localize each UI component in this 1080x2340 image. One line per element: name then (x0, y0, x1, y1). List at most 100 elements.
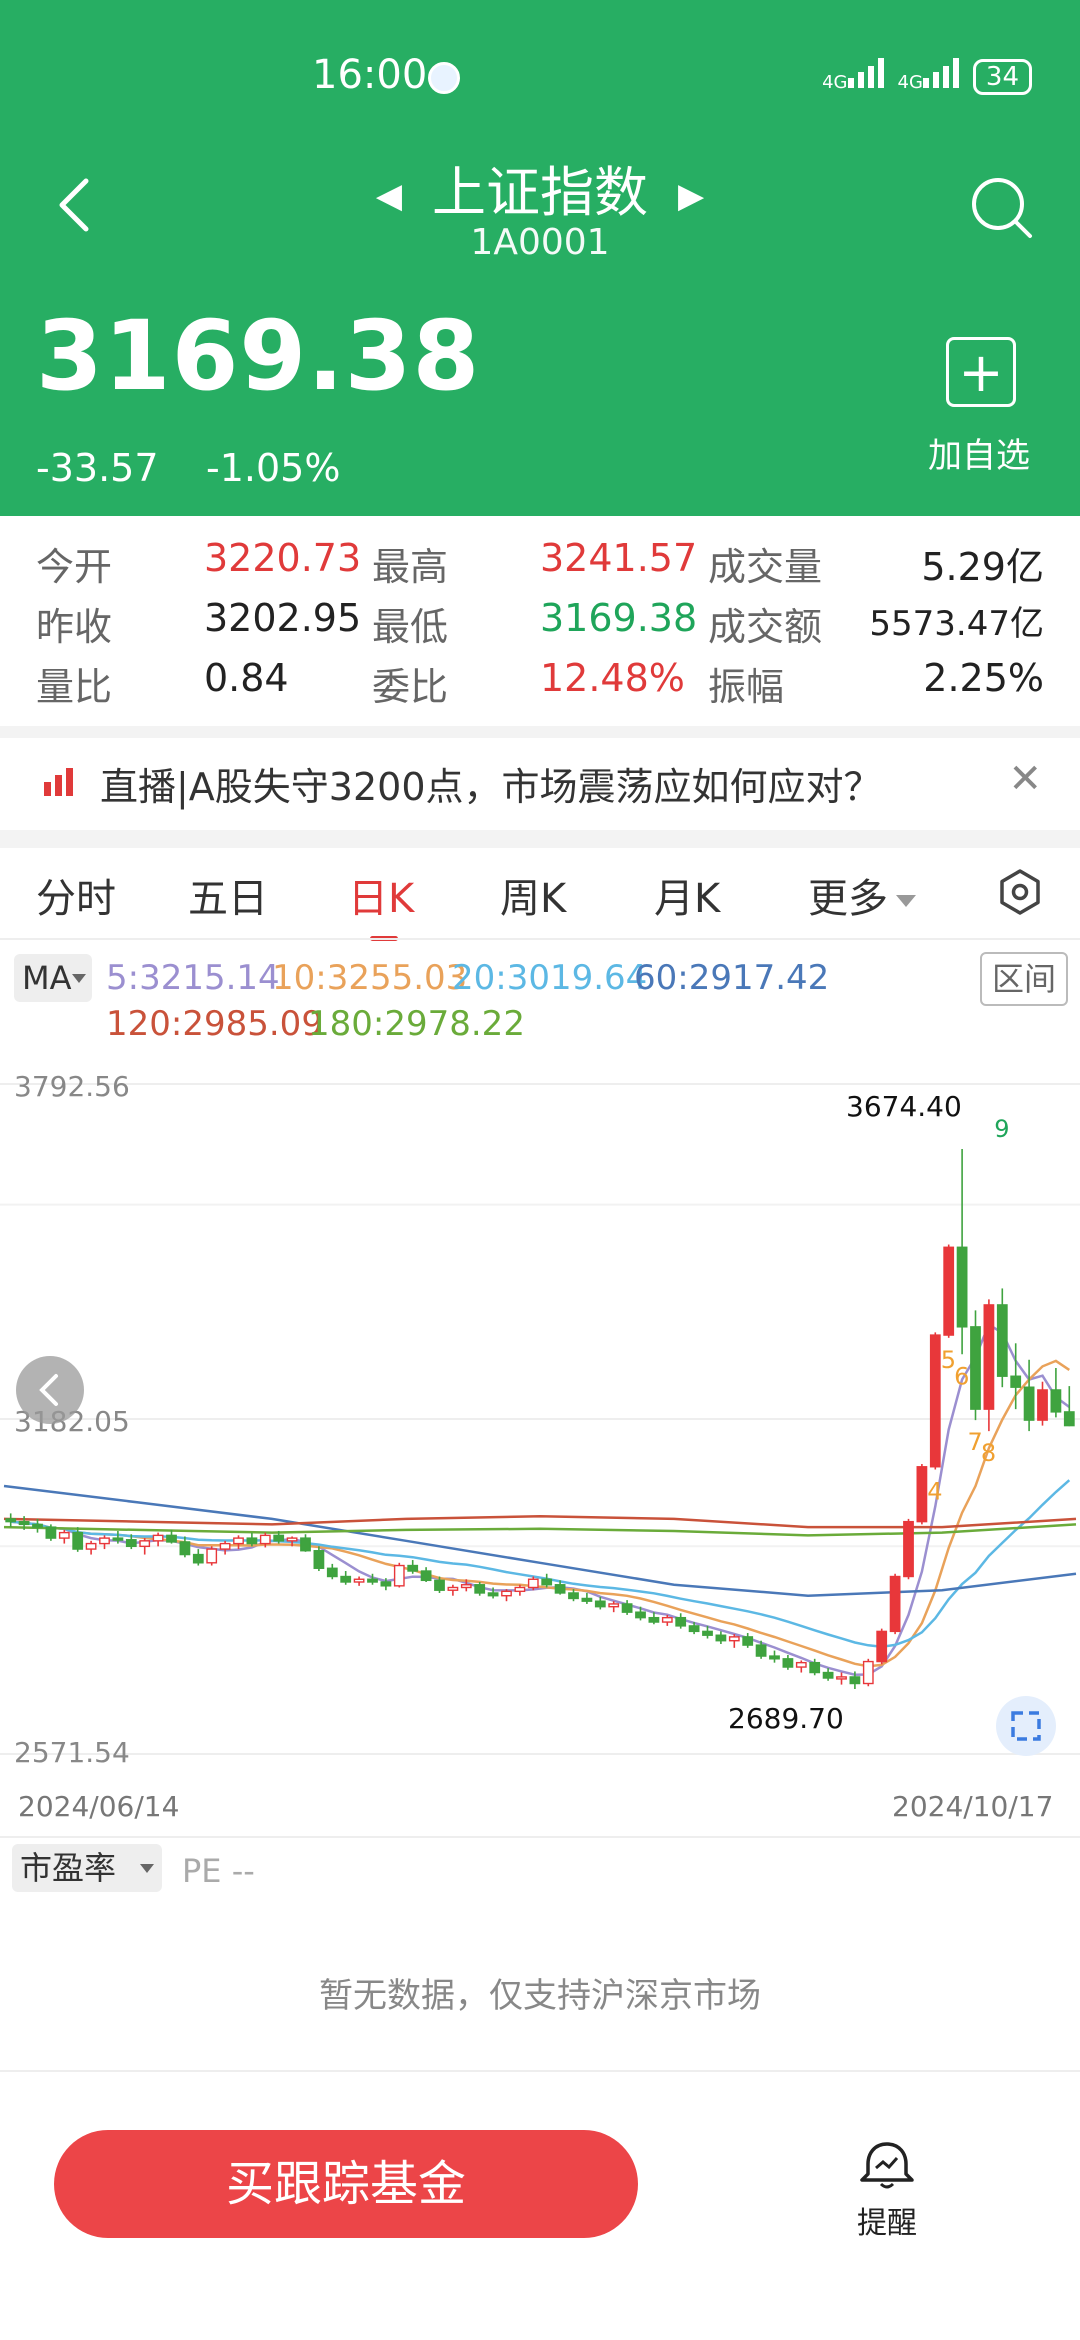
candle-body (822, 1671, 834, 1679)
no-data-message: 暂无数据，仅支持沪深京市场 (319, 1976, 761, 2016)
candle-body (1063, 1411, 1075, 1427)
tab-intraday[interactable]: 分时 (36, 866, 116, 924)
prev-index-icon[interactable]: ◀ (376, 176, 402, 216)
candle-body (541, 1578, 553, 1586)
add-watchlist-label[interactable]: 加自选 (928, 428, 1030, 477)
candle-body (313, 1550, 325, 1569)
tab-more[interactable]: 更多 (808, 866, 916, 924)
candle-body (983, 1304, 995, 1410)
signal-icon: 4G (822, 58, 884, 95)
open-label: 今开 (36, 545, 113, 589)
live-bars-icon (44, 768, 73, 796)
candle-body (233, 1537, 244, 1545)
ma-legend: MA 5:3215.14 10:3255.03 20:3019.64 60:29… (0, 944, 1080, 1054)
candle-body (1010, 1375, 1022, 1388)
y-axis-top-label: 3792.56 (14, 1070, 130, 1103)
volume-label: 成交量 (708, 545, 823, 589)
buy-tracking-fund-button[interactable]: 买跟踪基金 (54, 2130, 638, 2238)
candle-body (85, 1542, 97, 1550)
chart-tabs: 分时 五日 日K 周K 月K 更多 (0, 850, 1080, 946)
candle-body (514, 1586, 526, 1593)
candle-body (139, 1540, 151, 1548)
tab-five-day[interactable]: 五日 (188, 866, 268, 924)
add-watchlist-button[interactable]: + (946, 337, 1016, 407)
candle-body (836, 1676, 847, 1680)
candle-body (916, 1466, 928, 1523)
candle-body (1037, 1389, 1048, 1421)
chart-grid (0, 1083, 1080, 1755)
divider (0, 830, 1080, 848)
td-count-mark: 8 (981, 1439, 996, 1467)
divider (0, 726, 1080, 738)
candle-body (970, 1326, 981, 1410)
td-count-mark: 9 (994, 1115, 1009, 1143)
high-label: 最高 (372, 545, 449, 589)
ma120-line (3, 1514, 1077, 1529)
news-text[interactable]: 直播|A股失守3200点，市场震荡应如何应对？ (100, 756, 882, 811)
candle-body (5, 1518, 17, 1523)
candle-body (675, 1616, 687, 1627)
settings-icon[interactable] (996, 868, 1044, 916)
candle-body (112, 1537, 124, 1541)
ma10-line (10, 1359, 1070, 1668)
amount-label: 成交额 (708, 605, 823, 649)
search-icon[interactable] (966, 172, 1036, 242)
candle-body (58, 1531, 70, 1539)
tab-monthly-k[interactable]: 月K (654, 866, 720, 924)
candle-body (608, 1603, 620, 1608)
candle-body (326, 1567, 338, 1578)
candle-body (259, 1534, 271, 1545)
candle-body (32, 1523, 43, 1528)
status-indicators: 4G 4G 34 (822, 58, 1032, 95)
tab-weekly-k[interactable]: 周K (500, 866, 566, 924)
candle-body (72, 1531, 84, 1550)
candle-body (527, 1578, 539, 1589)
ma20-value: 20:3019.64 (452, 958, 648, 998)
candle-body (849, 1676, 861, 1685)
ma60-value: 60:2917.42 (634, 958, 830, 998)
candle-body (715, 1634, 727, 1642)
kline-chart[interactable]: 456789 3792.56 3182.05 2571.54 3674.40 2… (0, 1054, 1080, 1834)
next-index-icon[interactable]: ▶ (678, 176, 704, 216)
remind-label[interactable]: 提醒 (852, 2198, 922, 2242)
candle-body (889, 1575, 901, 1633)
tab-daily-k[interactable]: 日K (348, 866, 414, 924)
candle-body (407, 1564, 419, 1572)
candle-body (862, 1660, 874, 1685)
current-price: 3169.38 (36, 300, 481, 412)
pe-select[interactable]: 市盈率 (12, 1844, 162, 1892)
y-axis-bottom-label: 2571.54 (14, 1736, 130, 1769)
candle-body (300, 1537, 311, 1552)
candle-body (581, 1597, 593, 1602)
page-title: 上证指数 (432, 161, 648, 224)
candle-body (420, 1570, 432, 1582)
price-change-pct: -1.05% (206, 446, 341, 490)
pe-select-label: 市盈率 (20, 1849, 117, 1887)
candle-body (273, 1534, 285, 1542)
candle-body (795, 1661, 807, 1668)
candle-body (903, 1520, 914, 1578)
close-icon[interactable]: ✕ (1008, 756, 1042, 802)
candle-body (192, 1553, 204, 1564)
prev-close-value: 3202.95 (204, 596, 362, 640)
chevron-down-icon (72, 974, 86, 983)
ma-select[interactable]: MA (14, 954, 92, 1002)
battery-indicator: 34 (972, 58, 1032, 95)
candle-body (501, 1590, 512, 1597)
candle-body (621, 1603, 633, 1613)
commit-ratio-value: 12.48% (540, 656, 685, 700)
range-button[interactable]: 区间 (980, 952, 1068, 1006)
quote-stats: 今开 3220.73 最高 3241.57 成交量 5.29亿 昨收 3202.… (0, 530, 1080, 720)
live-news-banner[interactable]: 直播|A股失守3200点，市场震荡应如何应对？ ✕ (0, 742, 1080, 828)
globe-icon (428, 62, 460, 94)
fullscreen-button (996, 1696, 1056, 1756)
candle-body (688, 1625, 700, 1633)
kline-svg[interactable]: 456789 3792.56 3182.05 2571.54 3674.40 2… (0, 1054, 1080, 1834)
candle-body (434, 1579, 445, 1591)
candle-body (1050, 1389, 1062, 1413)
candle-body (45, 1526, 57, 1539)
bell-icon[interactable] (852, 2140, 922, 2190)
candle-body (219, 1542, 231, 1550)
candle-body (487, 1592, 499, 1597)
candle-body (568, 1592, 579, 1600)
